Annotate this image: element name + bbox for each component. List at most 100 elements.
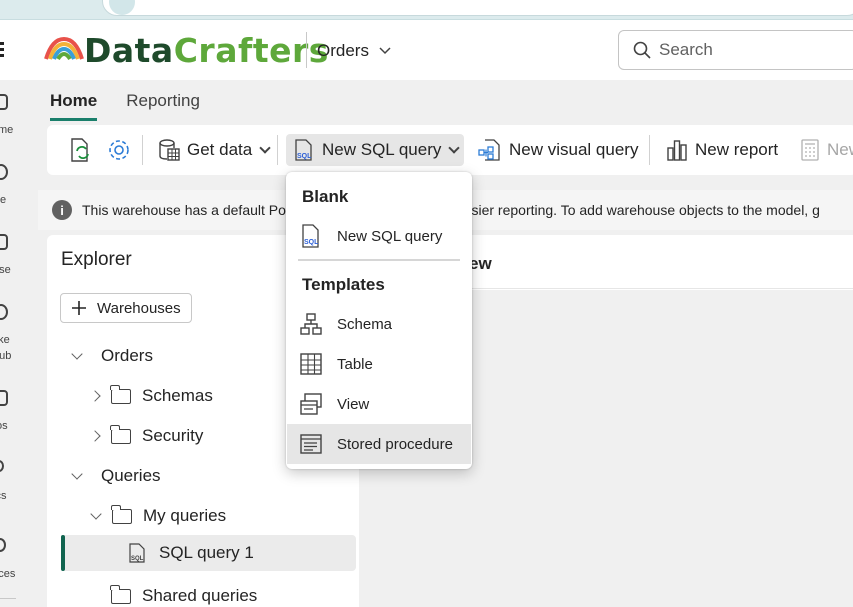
new-semantic-model-button[interactable]: New xyxy=(793,134,853,166)
visual-query-icon xyxy=(478,139,500,161)
logo-text: DataCrafters xyxy=(84,30,329,70)
tab-reporting[interactable]: Reporting xyxy=(126,91,200,121)
toolbar-divider xyxy=(649,135,650,165)
menu-item-table[interactable]: Table xyxy=(287,344,471,384)
sql-file-icon: SQL xyxy=(302,224,319,248)
settings-button[interactable] xyxy=(101,134,137,166)
view-icon xyxy=(300,393,322,415)
tree-node-orders[interactable]: Orders xyxy=(71,338,153,374)
chevron-down-icon xyxy=(71,348,83,360)
dropdown-divider xyxy=(298,259,460,261)
dropdown-heading-blank: Blank xyxy=(302,187,349,206)
chevron-right-icon xyxy=(89,390,101,402)
workspace-name: Orders xyxy=(317,41,369,60)
chevron-down-icon xyxy=(379,47,391,55)
tree-label-schemas: Schemas xyxy=(142,386,213,405)
toolbar-divider xyxy=(142,135,143,165)
folder-icon xyxy=(110,424,131,444)
tree-label-my-queries: My queries xyxy=(143,506,227,525)
plus-icon xyxy=(72,301,86,315)
new-sql-query-dropdown: Blank SQL New SQL query Templates Schema… xyxy=(286,172,472,469)
tree-label-security: Security xyxy=(142,426,204,445)
menu-item-label: Schema xyxy=(337,315,393,333)
schema-icon xyxy=(300,313,322,335)
chevron-right-icon xyxy=(89,430,101,442)
selection-indicator xyxy=(61,535,65,571)
svg-text:SQL: SQL xyxy=(304,239,319,246)
tree-node-security[interactable]: Security xyxy=(89,418,204,454)
get-data-label: Get data xyxy=(187,140,253,159)
chevron-down-icon xyxy=(90,508,102,520)
menu-item-stored-procedure[interactable]: Stored procedure xyxy=(287,424,471,464)
stored-procedure-icon xyxy=(300,434,322,454)
search-input[interactable]: Search xyxy=(618,30,853,70)
folder-icon xyxy=(110,584,131,604)
refresh-document-icon xyxy=(71,138,89,162)
folder-icon xyxy=(110,384,131,404)
tree-node-schemas[interactable]: Schemas xyxy=(89,378,213,414)
tree-node-queries[interactable]: Queries xyxy=(71,458,161,494)
chevron-down-icon xyxy=(71,468,83,480)
search-icon xyxy=(633,41,651,59)
new-sql-query-label: New SQL query xyxy=(322,140,442,159)
tab-home[interactable]: Home xyxy=(50,91,98,121)
new-visual-query-button[interactable]: New visual query xyxy=(471,134,644,166)
menu-item-schema[interactable]: Schema xyxy=(287,304,471,344)
datacrafters-logo[interactable]: DataCrafters xyxy=(44,30,329,70)
new-report-button[interactable]: New report xyxy=(659,134,784,166)
menu-item-label: New SQL query xyxy=(337,227,443,245)
ribbon-tabs: Home Reporting xyxy=(50,91,200,121)
dropdown-heading-templates: Templates xyxy=(302,275,385,294)
tree-node-shared-queries[interactable]: Shared queries xyxy=(110,578,258,607)
tree-node-my-queries[interactable]: My queries xyxy=(90,498,227,534)
calculator-icon xyxy=(801,139,819,161)
toolbar-divider xyxy=(277,135,278,165)
canvas-header-title: ew xyxy=(469,254,492,273)
new-report-label: New report xyxy=(695,140,779,159)
rail-divider xyxy=(0,598,16,599)
svg-text:SQL: SQL xyxy=(297,153,312,160)
site-icon xyxy=(109,0,135,15)
tree-label-orders: Orders xyxy=(101,346,153,365)
svg-text:SQL: SQL xyxy=(131,556,144,562)
warehouses-label: Warehouses xyxy=(97,299,181,317)
menu-item-new-sql-query[interactable]: SQL New SQL query xyxy=(287,216,471,256)
menu-item-label: Stored procedure xyxy=(337,435,453,453)
search-placeholder: Search xyxy=(659,40,713,59)
menu-item-label: Table xyxy=(337,355,373,373)
new-sql-query-button[interactable]: SQL New SQL query xyxy=(286,134,465,166)
menu-item-view[interactable]: View xyxy=(287,384,471,424)
header-divider xyxy=(306,32,307,68)
address-bar[interactable] xyxy=(102,0,853,16)
app-launcher-icon[interactable] xyxy=(0,42,6,60)
database-icon xyxy=(159,139,180,161)
chevron-down-icon xyxy=(259,141,271,154)
chevron-down-icon xyxy=(448,141,461,154)
ribbon-toolbar: Get data SQL New SQL query New visual qu… xyxy=(47,125,853,175)
tree-label-queries: Queries xyxy=(101,466,161,485)
logo-mark-icon xyxy=(44,36,84,61)
folder-icon xyxy=(111,504,132,524)
tree-label-shared-queries: Shared queries xyxy=(142,586,258,605)
add-warehouses-button[interactable]: Warehouses xyxy=(60,293,192,323)
new-label-cut: New xyxy=(827,140,853,159)
sql-file-icon: SQL xyxy=(295,139,312,161)
bar-chart-icon xyxy=(667,140,687,161)
refresh-button[interactable] xyxy=(61,134,99,166)
info-icon: i xyxy=(52,200,72,220)
tree-label-sql-query-1: SQL query 1 xyxy=(159,543,254,562)
sql-file-icon: SQL xyxy=(129,543,145,563)
info-text-left: This warehouse has a default Po xyxy=(82,202,286,218)
left-navigation-rail: me te use akehub os ics paces xyxy=(0,80,16,607)
menu-item-label: View xyxy=(337,395,370,413)
gear-icon xyxy=(109,140,129,160)
workspace-selector[interactable]: Orders xyxy=(317,41,391,61)
explorer-title: Explorer xyxy=(61,249,132,270)
app-header: DataCrafters Orders Search xyxy=(0,20,853,80)
new-visual-query-label: New visual query xyxy=(509,140,639,159)
get-data-button[interactable]: Get data xyxy=(151,134,275,166)
table-icon xyxy=(300,353,322,375)
tree-node-sql-query-1[interactable]: SQL SQL query 1 xyxy=(62,535,356,571)
info-text-right: easier reporting. To add warehouse objec… xyxy=(455,202,820,218)
browser-top-strip xyxy=(0,0,853,20)
